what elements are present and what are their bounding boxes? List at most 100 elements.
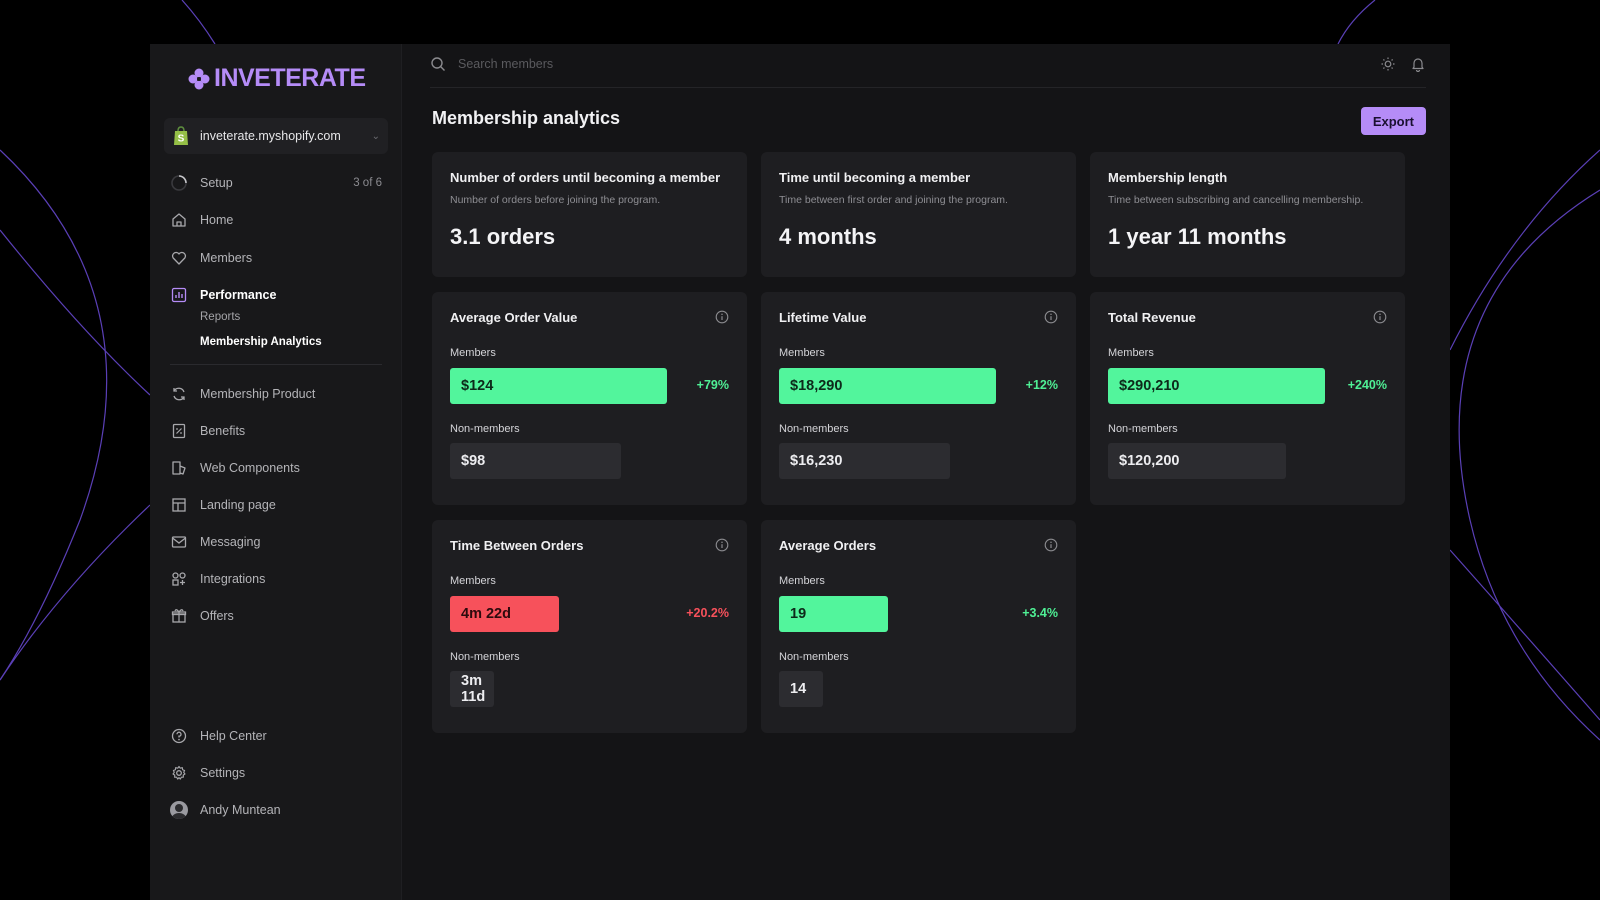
sidebar-subitem-membership-analytics[interactable]: Membership Analytics xyxy=(200,336,322,348)
notification-bell-icon[interactable] xyxy=(1410,56,1426,72)
card-title: Time Between Orders xyxy=(450,538,584,553)
members-label: Members xyxy=(1108,347,1154,359)
members-label: Members xyxy=(779,575,825,587)
non-members-value-bar: $98 xyxy=(450,443,621,479)
metric-card-average-orders: Average Orders Members 19 +3.4% Non-memb… xyxy=(761,520,1076,733)
sidebar-subitem-reports[interactable]: Reports xyxy=(200,311,240,323)
sidebar-item-benefits[interactable]: Benefits xyxy=(170,420,382,442)
card-subtitle: Number of orders before joining the prog… xyxy=(450,194,661,206)
discount-ticket-icon xyxy=(170,422,188,440)
delta-percentage: +3.4% xyxy=(1022,606,1058,620)
sidebar-item-label: Membership Product xyxy=(200,387,316,401)
sidebar-item-membership-product[interactable]: Membership Product xyxy=(170,383,382,405)
non-members-value-bar: 14 xyxy=(779,671,823,707)
non-members-label: Non-members xyxy=(779,423,849,435)
sidebar-item-setup[interactable]: Setup 3 of 6 xyxy=(170,172,382,194)
main-content: Membership analytics Export Number of or… xyxy=(402,44,1450,900)
non-members-label: Non-members xyxy=(1108,423,1178,435)
delta-percentage: +79% xyxy=(696,378,729,392)
sidebar-item-label: Web Components xyxy=(200,461,300,475)
svg-text:S: S xyxy=(178,134,185,145)
card-title: Number of orders until becoming a member xyxy=(450,170,721,185)
delta-percentage: +12% xyxy=(1025,378,1058,392)
members-label: Members xyxy=(779,347,825,359)
chevron-down-icon: ⌄ xyxy=(371,130,380,142)
delta-percentage: +240% xyxy=(1347,378,1387,392)
card-subtitle: Time between subscribing and cancelling … xyxy=(1108,194,1364,206)
members-value-bar: $290,210 xyxy=(1108,368,1325,404)
brand-name: INVETERATE xyxy=(214,64,366,92)
sidebar-item-user-profile[interactable]: Andy Muntean xyxy=(170,799,382,821)
sidebar-item-offers[interactable]: Offers xyxy=(170,605,382,627)
header-divider xyxy=(430,87,1426,88)
sidebar: INVETERATE S inveterate.myshopify.com ⌄ … xyxy=(150,44,402,900)
members-label: Members xyxy=(450,347,496,359)
sidebar-item-label: Landing page xyxy=(200,498,276,512)
store-name: inveterate.myshopify.com xyxy=(200,129,341,143)
metric-card-average-order-value: Average Order Value Members $124 +79% No… xyxy=(432,292,747,505)
delta-percentage: +20.2% xyxy=(686,606,729,620)
card-title: Membership length xyxy=(1108,170,1228,185)
sidebar-item-label: Integrations xyxy=(200,572,266,586)
sidebar-item-help-center[interactable]: Help Center xyxy=(170,725,382,747)
bar-chart-icon xyxy=(170,286,188,304)
sidebar-item-label: Help Center xyxy=(200,729,267,743)
gear-icon xyxy=(170,764,188,782)
info-icon[interactable] xyxy=(1373,310,1387,324)
metric-card-lifetime-value: Lifetime Value Members $18,290 +12% Non-… xyxy=(761,292,1076,505)
envelope-icon xyxy=(170,533,188,551)
search-input[interactable] xyxy=(458,57,758,71)
members-value-bar: 4m 22d xyxy=(450,596,559,632)
metric-card-total-revenue: Total Revenue Members $290,210 +240% Non… xyxy=(1090,292,1405,505)
search-bar xyxy=(430,56,758,72)
layout-icon xyxy=(170,496,188,514)
brand-logo[interactable]: INVETERATE xyxy=(188,64,366,93)
card-title: Total Revenue xyxy=(1108,310,1196,325)
sidebar-item-settings[interactable]: Settings xyxy=(170,762,382,784)
summary-card-time-until-member: Time until becoming a member Time betwee… xyxy=(761,152,1076,277)
card-title: Time until becoming a member xyxy=(779,170,971,185)
non-members-label: Non-members xyxy=(450,651,520,663)
top-actions xyxy=(1380,56,1426,72)
sidebar-item-messaging[interactable]: Messaging xyxy=(170,531,382,553)
sidebar-item-label: Benefits xyxy=(200,424,246,438)
sidebar-item-label: Messaging xyxy=(200,535,261,549)
card-title: Average Order Value xyxy=(450,310,578,325)
sidebar-item-members[interactable]: Members xyxy=(170,247,382,269)
theme-toggle-sun-icon[interactable] xyxy=(1380,56,1396,72)
heart-icon xyxy=(170,249,188,267)
members-label: Members xyxy=(450,575,496,587)
sidebar-item-performance[interactable]: Performance xyxy=(170,284,382,306)
components-icon xyxy=(170,459,188,477)
page-title: Membership analytics xyxy=(432,108,621,128)
export-button[interactable]: Export xyxy=(1360,107,1426,135)
user-name: Andy Muntean xyxy=(200,803,281,817)
refresh-icon xyxy=(170,385,188,403)
sidebar-item-label: Home xyxy=(200,213,234,227)
app-window: INVETERATE S inveterate.myshopify.com ⌄ … xyxy=(150,44,1450,900)
shopify-bag-icon: S xyxy=(174,126,188,145)
home-icon xyxy=(170,211,188,229)
non-members-label: Non-members xyxy=(779,651,849,663)
sidebar-item-label: Members xyxy=(200,251,253,265)
gift-icon xyxy=(170,607,188,625)
info-icon[interactable] xyxy=(1044,310,1058,324)
info-icon[interactable] xyxy=(715,538,729,552)
sidebar-item-web-components[interactable]: Web Components xyxy=(170,457,382,479)
info-icon[interactable] xyxy=(715,310,729,324)
help-circle-icon xyxy=(170,727,188,745)
progress-ring-icon xyxy=(170,174,188,192)
sidebar-item-integrations[interactable]: Integrations xyxy=(170,568,382,590)
non-members-value-bar: $120,200 xyxy=(1108,443,1286,479)
sidebar-divider xyxy=(170,364,382,365)
sidebar-item-home[interactable]: Home xyxy=(170,209,382,231)
avatar xyxy=(170,801,188,819)
members-value-bar: 19 xyxy=(779,596,888,632)
info-icon[interactable] xyxy=(1044,538,1058,552)
members-value-bar: $124 xyxy=(450,368,667,404)
sidebar-item-label: Performance xyxy=(200,288,277,302)
sidebar-item-landing-page[interactable]: Landing page xyxy=(170,494,382,516)
store-selector[interactable]: S inveterate.myshopify.com ⌄ xyxy=(164,118,388,154)
setup-progress-count: 3 of 6 xyxy=(353,177,382,189)
summary-card-orders-until-member: Number of orders until becoming a member… xyxy=(432,152,747,277)
